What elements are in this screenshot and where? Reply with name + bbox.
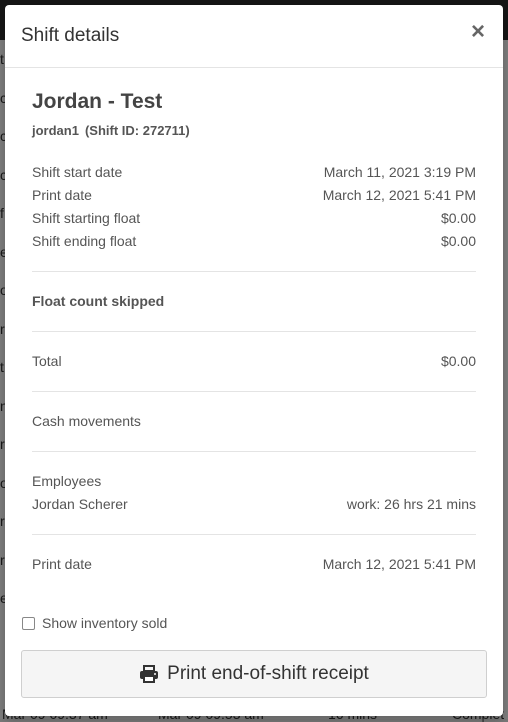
total-value: $0.00 (440, 353, 476, 369)
cash-movements-label: Cash movements (32, 413, 141, 429)
detail-label: Shift starting float (32, 210, 141, 226)
total-row: Total $0.00 (32, 350, 476, 373)
show-inventory-checkbox[interactable] (22, 616, 35, 630)
print-receipt-label: Print end-of-shift receipt (167, 663, 369, 684)
print-receipt-button[interactable]: Print end-of-shift receipt (21, 650, 487, 698)
printer-icon (140, 665, 159, 683)
print-date-row: Print date March 12, 2021 5:41 PM (32, 553, 476, 576)
detail-label: Print date (32, 187, 92, 203)
print-date-label: Print date (32, 556, 92, 572)
close-icon[interactable]: × (467, 20, 489, 44)
detail-value: $0.00 (440, 233, 476, 249)
shift-subtitle: jordan1 (Shift ID: 272711) (32, 123, 476, 138)
detail-row: Print date March 12, 2021 5:41 PM (32, 184, 476, 207)
show-inventory-toggle[interactable]: Show inventory sold (22, 615, 167, 631)
detail-label: Shift start date (32, 164, 123, 180)
detail-value: March 11, 2021 3:19 PM (323, 164, 476, 180)
username: jordan1 (32, 123, 79, 138)
cash-movements-section: Cash movements (32, 392, 476, 451)
shift-details-modal: Shift details × Jordan - Test jordan1 (Sh… (5, 5, 503, 716)
detail-value: March 12, 2021 5:41 PM (322, 187, 476, 203)
detail-row: Shift starting float $0.00 (32, 207, 476, 230)
show-inventory-label: Show inventory sold (42, 615, 168, 631)
print-date-value: March 12, 2021 5:41 PM (322, 556, 476, 572)
detail-value: $0.00 (440, 210, 476, 226)
detail-row: Shift ending float $0.00 (32, 230, 476, 253)
shift-details-list: Shift start date March 11, 2021 3:19 PM … (32, 161, 476, 253)
print-date-section: Print date March 12, 2021 5:41 PM (32, 535, 476, 594)
employees-section: Employees Jordan Scherer work: 26 hrs 21… (32, 452, 476, 534)
modal-header: Shift details × (5, 5, 503, 68)
total-section: Total $0.00 (32, 332, 476, 391)
detail-label: Shift ending float (32, 233, 137, 249)
employee-name: Jordan Scherer (32, 496, 128, 512)
detail-row: Shift start date March 11, 2021 3:19 PM (32, 161, 476, 184)
float-status: Float count skipped (32, 293, 165, 309)
employees-heading: Employees (32, 473, 102, 489)
shift-name: Jordan - Test (32, 90, 163, 113)
float-status-section: Float count skipped (32, 272, 476, 331)
modal-body: Jordan - Test jordan1 (Shift ID: 272711) … (32, 68, 476, 594)
modal-title: Shift details (21, 25, 120, 46)
total-label: Total (32, 353, 62, 369)
shift-id: (Shift ID: 272711) (84, 123, 190, 138)
employee-work-time: work: 26 hrs 21 mins (346, 496, 476, 512)
employee-row: Jordan Scherer work: 26 hrs 21 mins (32, 493, 476, 516)
